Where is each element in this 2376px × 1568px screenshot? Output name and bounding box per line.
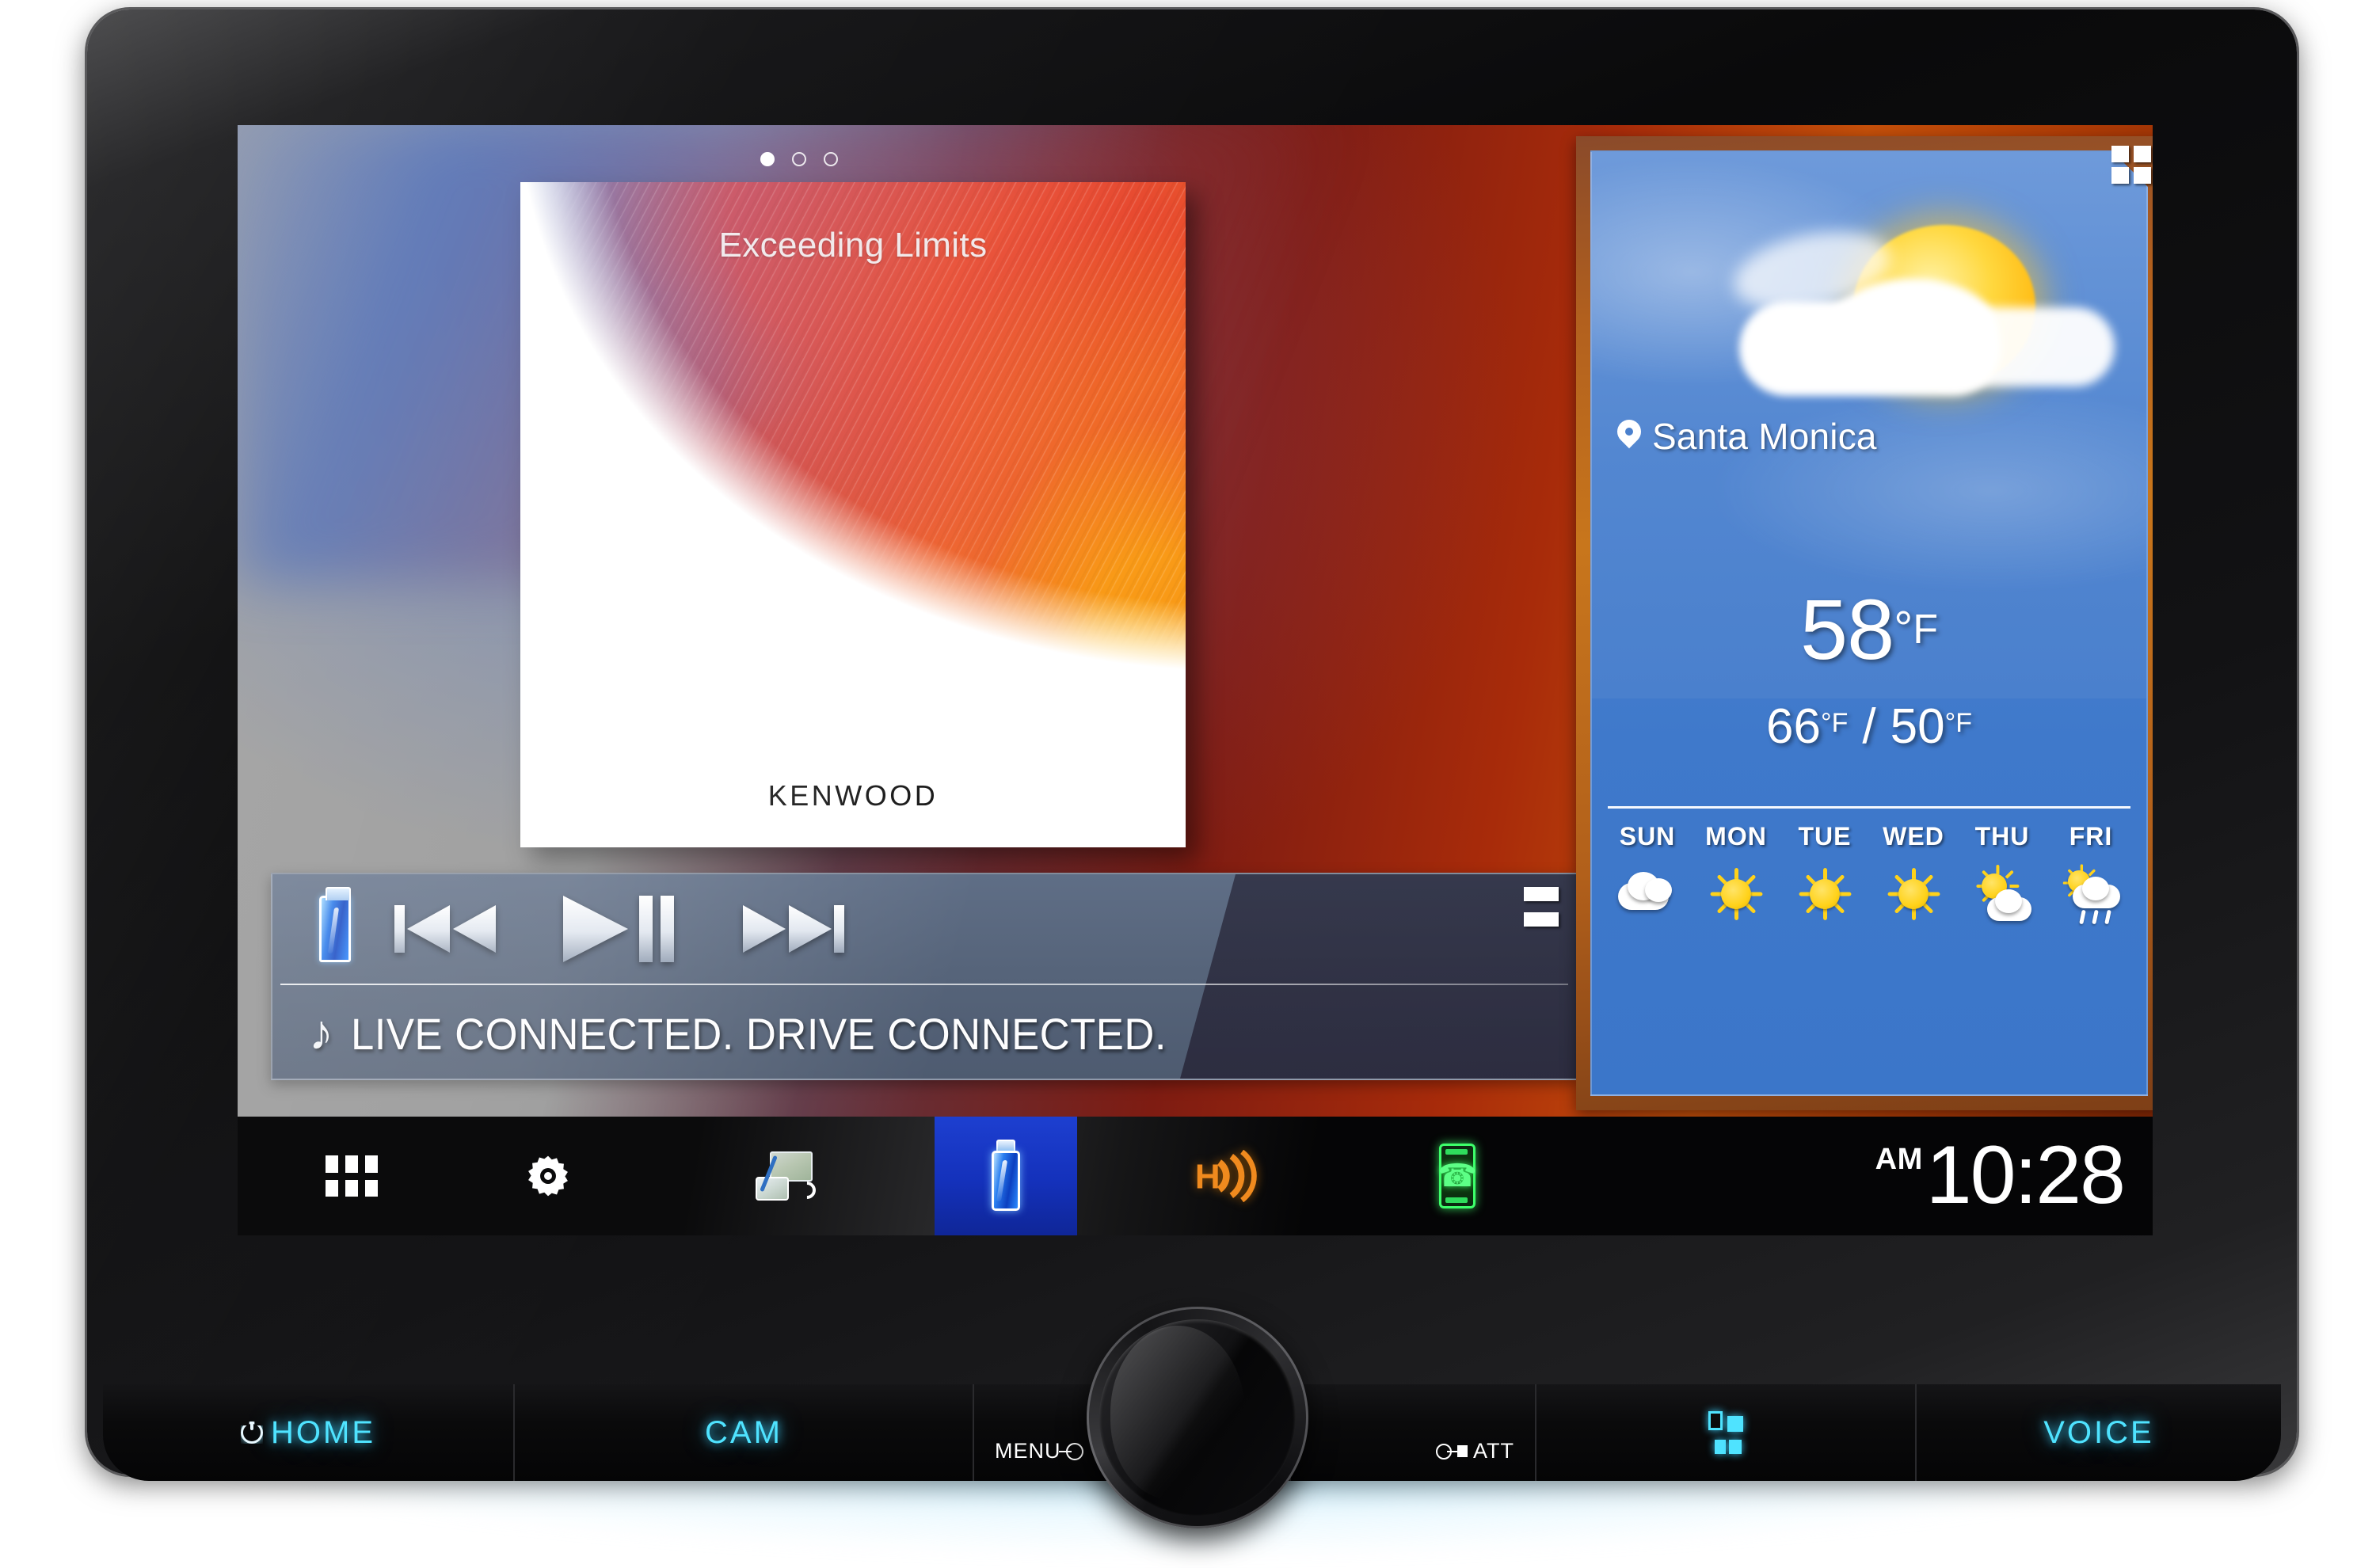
sunny-icon <box>1702 862 1770 926</box>
usb-icon <box>304 887 366 969</box>
high-temp-value: 66 <box>1766 699 1821 754</box>
degree-symbol: ° <box>1894 602 1913 655</box>
voice-button[interactable]: VOICE <box>1917 1384 2281 1481</box>
grid-2x2-icon[interactable] <box>2111 146 2151 184</box>
svg-text:H: H <box>1195 1157 1220 1196</box>
forecast-day: THU <box>1959 822 2046 926</box>
forecast-day: MON <box>1693 822 1780 926</box>
media-control-panel[interactable]: ♪ LIVE CONNECTED. DRIVE CONNECTED. <box>271 873 1578 1080</box>
transport-controls <box>366 889 1576 969</box>
now-playing-row: ♪ LIVE CONNECTED. DRIVE CONNECTED. <box>272 987 1576 1080</box>
apps-grid-icon <box>326 1155 378 1197</box>
high-temp-degree: ° <box>1820 708 1832 738</box>
page-dot-1[interactable] <box>760 152 775 166</box>
menu-enter-icon <box>1058 1442 1083 1460</box>
sunny-icon <box>1879 862 1948 926</box>
clock-ampm: AM <box>1875 1143 1923 1177</box>
source-navigation-bar: H ☎ AM 10:28 <box>238 1117 2153 1235</box>
weather-forecast-row: SUN MON TUE WED THU FRI <box>1592 822 2146 980</box>
temp-unit: F <box>1913 607 1938 653</box>
device-bezel: Exceeding Limits KENWOOD ♪ LIVE CONNECTE… <box>87 10 2297 1475</box>
cloudy-icon <box>1613 862 1681 926</box>
page-dot-3[interactable] <box>824 152 838 166</box>
low-temp-value: 50 <box>1890 699 1945 754</box>
forecast-day: WED <box>1870 822 1957 926</box>
temp-separator: / <box>1862 699 1876 754</box>
low-temp-unit: F <box>1955 708 1972 738</box>
forecast-day-label: WED <box>1883 822 1944 851</box>
kenwood-head-unit: Exceeding Limits KENWOOD ♪ LIVE CONNECTE… <box>0 0 2376 1568</box>
touchscreen-display[interactable]: Exceeding Limits KENWOOD ♪ LIVE CONNECTE… <box>238 125 2153 1117</box>
forecast-day-label: FRI <box>2069 822 2113 851</box>
screen-layout-icon <box>1708 1411 1743 1454</box>
album-art-card[interactable]: Exceeding Limits KENWOOD <box>520 182 1186 847</box>
album-art-image: Exceeding Limits KENWOOD <box>520 182 1186 847</box>
page-dot-2[interactable] <box>792 152 806 166</box>
home-button[interactable]: HOME <box>103 1384 515 1481</box>
gear-icon <box>525 1153 571 1199</box>
cam-button-label: CAM <box>705 1414 782 1450</box>
settings-button[interactable] <box>477 1117 619 1235</box>
forecast-day: SUN <box>1604 822 1691 926</box>
map-pin-icon <box>1617 420 1641 453</box>
navigation-button[interactable] <box>713 1117 855 1235</box>
low-temp-degree: ° <box>1944 708 1956 738</box>
previous-track-button[interactable] <box>366 896 524 962</box>
current-temperature: 58°F <box>1592 580 2146 679</box>
hd-radio-icon: H <box>1194 1149 1262 1203</box>
forecast-day: TUE <box>1781 822 1868 926</box>
phone-button[interactable]: ☎ <box>1386 1117 1529 1235</box>
forecast-day: FRI <box>2047 822 2134 926</box>
att-button[interactable]: ATT <box>1291 1384 1536 1481</box>
partly-cloudy-icon <box>1968 862 2036 926</box>
usb-icon <box>987 1138 1025 1214</box>
forecast-day-label: TUE <box>1798 822 1852 851</box>
current-temp-value: 58 <box>1800 581 1894 677</box>
play-pause-button[interactable] <box>524 889 714 969</box>
next-track-button[interactable] <box>714 896 873 962</box>
weather-card: Santa Monica 58°F 66°F/50°F SUN MON TUE … <box>1590 150 2148 1096</box>
clock-time: 10:28 <box>1925 1129 2126 1222</box>
weather-widget[interactable]: Santa Monica 58°F 66°F/50°F SUN MON TUE … <box>1576 136 2153 1110</box>
forecast-day-label: MON <box>1705 822 1767 851</box>
cloud-graphic-d <box>1909 307 2115 386</box>
sunny-icon <box>1791 862 1859 926</box>
weather-divider <box>1608 806 2130 809</box>
menu-button-label: MENU <box>995 1439 1061 1463</box>
media-divider <box>280 984 1568 985</box>
weather-location: Santa Monica <box>1617 415 1877 458</box>
list-lines-icon[interactable] <box>1524 887 1559 927</box>
volume-knob[interactable] <box>1087 1307 1308 1528</box>
attenuate-icon <box>1436 1443 1458 1460</box>
weather-city: Santa Monica <box>1652 416 1877 457</box>
album-paint-texture <box>520 182 1186 847</box>
hd-radio-button[interactable]: H <box>1156 1117 1299 1235</box>
forecast-day-label: SUN <box>1619 822 1676 851</box>
att-button-label: ATT <box>1473 1439 1514 1463</box>
voice-button-label: VOICE <box>2043 1414 2154 1450</box>
high-temp-unit: F <box>1831 708 1849 738</box>
music-note-icon: ♪ <box>309 1006 333 1060</box>
rain-icon <box>2057 862 2125 926</box>
usb-source-button[interactable] <box>935 1117 1077 1235</box>
clock: AM 10:28 <box>1875 1129 2126 1222</box>
forecast-day-label: THU <box>1974 822 2030 851</box>
track-title: LIVE CONNECTED. DRIVE CONNECTED. <box>351 1008 1167 1059</box>
album-brand-logo: KENWOOD <box>767 779 939 812</box>
page-indicator[interactable] <box>760 149 855 169</box>
media-transport-row <box>272 874 1576 984</box>
phone-handset-icon: ☎ <box>1437 1144 1477 1208</box>
screens-button[interactable] <box>1536 1384 1917 1481</box>
power-icon <box>241 1421 263 1444</box>
high-low-temperature: 66°F/50°F <box>1592 698 2146 755</box>
smartphone-mirror-icon <box>756 1151 820 1203</box>
apps-button[interactable] <box>280 1117 423 1235</box>
cam-button[interactable]: CAM <box>515 1384 974 1481</box>
home-button-label: HOME <box>271 1414 375 1450</box>
album-title: Exceeding Limits <box>718 226 988 265</box>
